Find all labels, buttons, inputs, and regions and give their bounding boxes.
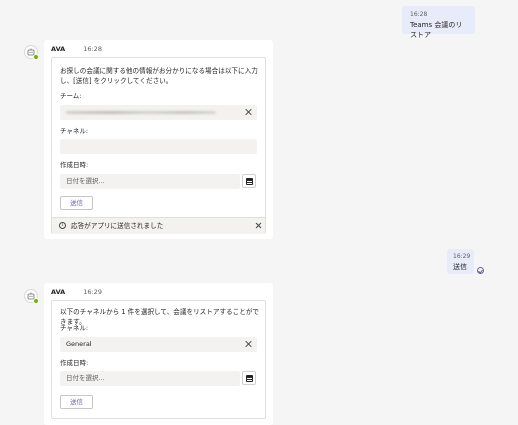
sender-name: AVA [51, 288, 66, 296]
message-time: 16:29 [83, 288, 102, 296]
channel-value: General [66, 340, 92, 348]
message-time: 16:28 [83, 45, 102, 53]
adaptive-card: お探しの会議に関する他の情報がお分かりになる場合は以下に入力し、[送信] をクリ… [51, 57, 266, 234]
date-label: 作成日時: [60, 359, 89, 367]
message-text: Teams 会議のリストア [410, 21, 463, 39]
info-icon: i [59, 222, 66, 229]
date-input[interactable]: 日付を選択... [60, 174, 240, 189]
message-time: 16:29 [453, 253, 471, 260]
outgoing-message: 16:29 送信 [447, 249, 474, 274]
bot-avatar[interactable] [24, 45, 39, 60]
card-instruction: お探しの会議に関する他の情報がお分かりになる場合は以下に入力し、[送信] をクリ… [60, 67, 258, 85]
bot-message: AVA 16:29 以下のチャネルから 1 件を選択して、会議をリストアすることが… [44, 283, 273, 425]
channel-select[interactable] [60, 139, 257, 154]
submit-button[interactable]: 送信 [60, 196, 93, 210]
presence-available-icon [33, 298, 39, 304]
message-header: AVA 16:29 [51, 288, 102, 296]
read-receipt-icon [477, 267, 484, 274]
adaptive-card: 以下のチャネルから 1 件を選択して、会議をリストアすることができます。 チャネ… [51, 300, 266, 419]
channel-select[interactable]: General [60, 337, 257, 352]
channel-label: チャネル: [60, 324, 89, 332]
message-text: 送信 [453, 263, 467, 271]
clear-icon[interactable] [244, 340, 252, 348]
bot-avatar[interactable] [24, 289, 39, 304]
notice-text: 応答がアプリに送信されました [71, 222, 164, 230]
clear-icon[interactable] [244, 108, 252, 116]
channel-label: チャネル: [60, 127, 89, 135]
team-value-redacted [66, 111, 216, 114]
close-notice-icon[interactable] [255, 222, 262, 229]
message-time: 16:28 [410, 11, 428, 18]
submit-button[interactable]: 送信 [60, 395, 93, 409]
date-picker-button[interactable] [242, 371, 256, 385]
card-instruction: 以下のチャネルから 1 件を選択して、会議をリストアすることができます。 [60, 308, 260, 326]
calendar-icon [246, 375, 253, 382]
bot-message: AVA 16:28 お探しの会議に関する他の情報がお分かりになる場合は以下に入力し… [44, 40, 273, 239]
date-picker-button[interactable] [242, 174, 256, 188]
presence-available-icon [33, 54, 39, 60]
response-notice: i 応答がアプリに送信されました [52, 217, 265, 234]
date-input[interactable]: 日付を選択... [60, 371, 240, 386]
calendar-icon [246, 178, 253, 185]
sender-name: AVA [51, 45, 66, 53]
date-label: 作成日時: [60, 161, 89, 169]
team-label: チーム: [60, 92, 82, 100]
team-select[interactable] [60, 105, 257, 120]
outgoing-message: 16:28 Teams 会議のリストア [402, 6, 475, 39]
message-header: AVA 16:28 [51, 45, 102, 53]
